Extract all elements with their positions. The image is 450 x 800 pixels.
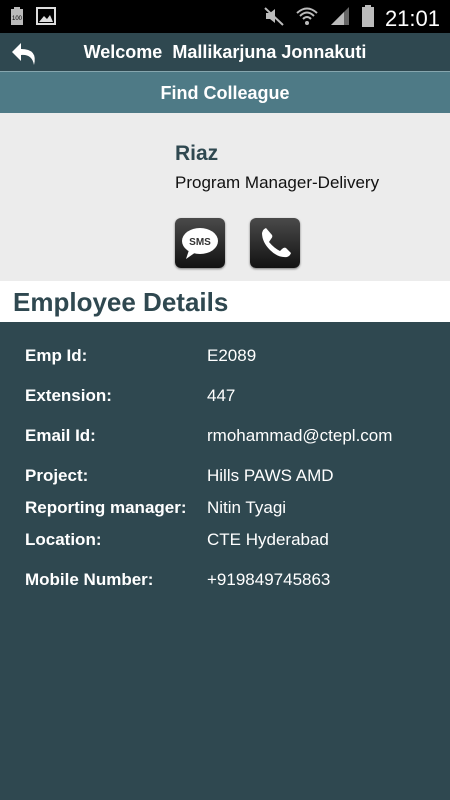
status-right-icons: 21:01	[263, 4, 440, 33]
battery-level-text: 100	[12, 16, 23, 22]
detail-row-extension: Extension: 447	[0, 386, 450, 412]
detail-row-project: Project: Hills PAWS AMD	[0, 466, 450, 492]
detail-row-reporting-manager: Reporting manager: Nitin Tyagi	[0, 498, 450, 524]
colleague-designation: Program Manager-Delivery	[175, 173, 380, 192]
detail-label: Reporting manager:	[25, 498, 187, 517]
detail-value: 447	[207, 386, 236, 405]
detail-value: Hills PAWS AMD	[207, 466, 334, 485]
status-bar: 100 21:01	[0, 0, 450, 33]
call-button[interactable]	[250, 218, 300, 268]
detail-row-emp-id: Emp Id: E2089	[0, 346, 450, 372]
sms-button[interactable]: SMS	[175, 218, 225, 268]
detail-label: Project:	[25, 466, 89, 485]
battery-icon	[361, 4, 375, 33]
detail-value: +919849745863	[207, 570, 331, 589]
status-left-icons: 100	[10, 6, 56, 31]
detail-label: Extension:	[25, 386, 112, 405]
detail-row-email: Email Id: rmohammad@ctepl.com	[0, 426, 450, 452]
detail-value: E2089	[207, 346, 257, 365]
title-bar: Find Colleague	[0, 71, 450, 113]
battery-full-icon: 100	[10, 6, 24, 31]
detail-label: Mobile Number:	[25, 570, 154, 589]
signal-icon	[329, 5, 351, 32]
detail-label: Email Id:	[25, 426, 96, 445]
welcome-text: Welcome Mallikarjuna Jonnakuti	[83, 42, 367, 62]
status-time: 21:01	[384, 5, 440, 31]
detail-label: Emp Id:	[25, 346, 88, 365]
phone-icon	[250, 228, 300, 272]
app-header: Welcome Mallikarjuna Jonnakuti	[0, 33, 450, 71]
sms-icon-label: SMS	[189, 237, 211, 248]
image-icon	[36, 7, 56, 30]
detail-value: CTE Hyderabad	[207, 530, 329, 549]
wifi-icon	[295, 5, 319, 32]
detail-value: rmohammad@ctepl.com	[207, 426, 393, 445]
page-title: Find Colleague	[160, 83, 290, 103]
detail-value: Nitin Tyagi	[207, 498, 287, 517]
detail-label: Location:	[25, 530, 102, 549]
profile-card: Riaz Program Manager-Delivery SMS	[0, 113, 450, 281]
colleague-name: Riaz	[175, 142, 219, 165]
detail-row-location: Location: CTE Hyderabad	[0, 530, 450, 556]
detail-row-mobile: Mobile Number: +919849745863	[0, 570, 450, 596]
section-header: Employee Details	[0, 281, 450, 322]
section-title: Employee Details	[13, 287, 229, 317]
sms-icon: SMS	[175, 228, 225, 272]
mute-icon	[263, 5, 285, 32]
